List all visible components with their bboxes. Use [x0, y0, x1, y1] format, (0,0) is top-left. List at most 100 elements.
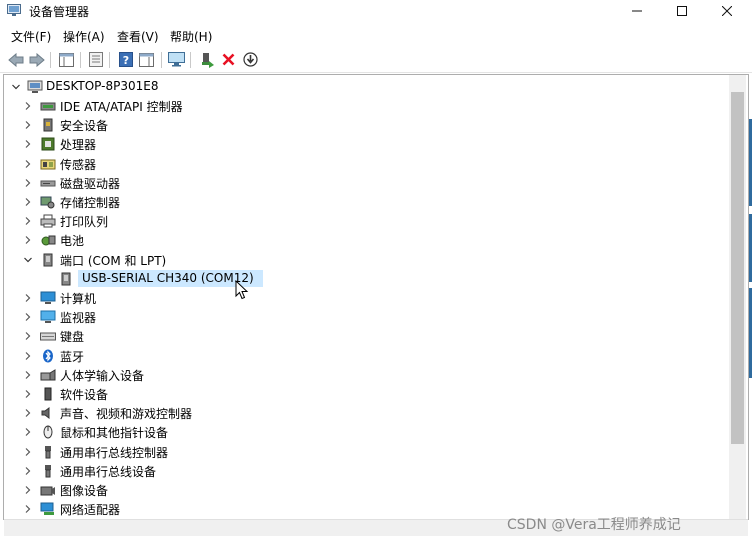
tree-category-row[interactable]: 图像设备: [4, 480, 724, 499]
chevron-right-icon[interactable]: [24, 313, 32, 322]
remove-x-icon: [222, 53, 235, 66]
port-icon: [43, 253, 53, 267]
chevron-right-icon[interactable]: [24, 159, 32, 168]
tree-category-row[interactable]: 监视器: [4, 307, 724, 326]
download-arrow-circle-icon: [243, 52, 258, 67]
chevron-right-icon[interactable]: [24, 447, 32, 456]
chevron-right-icon[interactable]: [24, 428, 32, 437]
tree-category-row[interactable]: 电池: [4, 230, 724, 249]
action-pane-icon: [139, 52, 154, 67]
chevron-right-icon[interactable]: [24, 217, 32, 226]
properties-button[interactable]: [86, 50, 105, 69]
tree-category-row[interactable]: 计算机: [4, 288, 724, 307]
computer-icon: [40, 291, 56, 304]
tree-category-row[interactable]: 键盘: [4, 326, 724, 345]
chevron-right-icon[interactable]: [24, 178, 32, 187]
tree-category-row[interactable]: 安全设备: [4, 115, 724, 134]
chevron-right-icon[interactable]: [24, 140, 32, 149]
action-pane-button[interactable]: [137, 50, 156, 69]
tree-category-row[interactable]: IDE ATA/ATAPI 控制器: [4, 96, 724, 115]
chevron-right-icon[interactable]: [24, 466, 32, 475]
tree-item-label: 鼠标和其他指针设备: [60, 426, 169, 441]
device-tree[interactable]: DESKTOP-8P301E8 IDE ATA/ATAPI 控制器 安全设备 处理器…: [3, 74, 749, 520]
mouse-icon: [43, 425, 53, 439]
bluetooth-icon: [43, 349, 53, 363]
chevron-right-icon[interactable]: [24, 236, 32, 245]
tree-category-row[interactable]: 软件设备: [4, 384, 724, 403]
hid-icon: [40, 368, 56, 381]
chevron-right-icon[interactable]: [24, 409, 32, 418]
svg-text:?: ?: [122, 54, 128, 67]
disk-drive-icon: [40, 180, 56, 187]
tree-category-row[interactable]: 存储控制器: [4, 192, 724, 211]
chevron-right-icon[interactable]: [24, 351, 32, 360]
chevron-down-icon[interactable]: [12, 83, 20, 91]
chevron-right-icon[interactable]: [24, 332, 32, 341]
tree-category-row[interactable]: 磁盘驱动器: [4, 173, 724, 192]
menu-bar: 文件(F) 操作(A) 查看(V) 帮助(H): [0, 24, 752, 46]
keyboard-icon: [40, 332, 56, 341]
menu-file[interactable]: 文件(F): [11, 28, 51, 45]
serial-port-icon: [61, 272, 71, 286]
sensor-icon: [40, 159, 56, 170]
chevron-down-icon[interactable]: [24, 256, 32, 264]
chevron-right-icon[interactable]: [24, 198, 32, 206]
help-button[interactable]: ?: [116, 50, 135, 69]
tree-item-label: 磁盘驱动器: [60, 176, 121, 191]
camera-icon: [40, 486, 55, 496]
tree-category-row[interactable]: 通用串行总线控制器: [4, 442, 724, 461]
tree-category-row[interactable]: 端口 (COM 和 LPT): [4, 250, 724, 269]
menu-action[interactable]: 操作(A): [63, 28, 105, 45]
tree-item-label: 安全设备: [60, 119, 109, 134]
tree-category-row[interactable]: 声音、视频和游戏控制器: [4, 403, 724, 422]
toolbar-separator: [109, 52, 110, 68]
chevron-right-icon[interactable]: [24, 102, 32, 110]
chevron-right-icon[interactable]: [24, 294, 32, 302]
tree-category-row[interactable]: 传感器: [4, 154, 724, 173]
chevron-right-icon[interactable]: [24, 486, 32, 494]
battery-icon: [41, 235, 56, 246]
tree-category-row[interactable]: 鼠标和其他指针设备: [4, 422, 724, 441]
update-driver-icon: [202, 52, 214, 68]
tree-root-label: DESKTOP-8P301E8: [46, 79, 159, 93]
tree-item-label: 传感器: [60, 157, 97, 172]
tree-device-row-selected[interactable]: USB-SERIAL CH340 (COM12): [4, 269, 724, 288]
show-hide-console-tree-button[interactable]: [57, 50, 76, 69]
chevron-right-icon[interactable]: [24, 370, 32, 379]
vertical-scrollbar-thumb[interactable]: [731, 92, 744, 444]
tree-category-row[interactable]: 蓝牙: [4, 346, 724, 365]
back-button[interactable]: [6, 50, 25, 69]
maximize-button[interactable]: [659, 0, 705, 22]
watermark: CSDN @Vera工程师养成记: [507, 517, 681, 533]
tree-item-label: IDE ATA/ATAPI 控制器: [60, 100, 183, 114]
tree-category-row[interactable]: 打印队列: [4, 211, 724, 230]
toolbar-separator: [50, 52, 51, 68]
ide-controller-icon: [40, 102, 56, 111]
tree-item-label: 计算机: [60, 292, 97, 306]
forward-button[interactable]: [27, 50, 46, 69]
chevron-right-icon[interactable]: [24, 505, 32, 514]
tree-category-row[interactable]: 人体学输入设备: [4, 365, 724, 384]
tree-item-label: 端口 (COM 和 LPT): [60, 253, 167, 268]
minimize-button[interactable]: [614, 0, 660, 22]
tree-root-row[interactable]: DESKTOP-8P301E8: [4, 77, 724, 96]
tree-item-label: 图像设备: [60, 484, 109, 498]
title-bar: 设备管理器: [0, 0, 752, 22]
chevron-right-icon[interactable]: [24, 390, 32, 398]
monitor-icon: [40, 310, 56, 324]
tree-item-label: 人体学输入设备: [60, 368, 145, 383]
close-button[interactable]: [704, 0, 750, 22]
update-driver-button[interactable]: [198, 50, 217, 69]
tree-category-row[interactable]: 处理器: [4, 134, 724, 153]
usb-icon: [45, 464, 51, 478]
uninstall-device-button[interactable]: [219, 50, 238, 69]
menu-help[interactable]: 帮助(H): [170, 28, 212, 45]
tree-category-row[interactable]: 通用串行总线设备: [4, 461, 724, 480]
scan-hardware-button[interactable]: [167, 50, 186, 69]
disable-device-button[interactable]: [241, 50, 260, 69]
monitor-scan-icon: [168, 52, 185, 67]
maximize-icon: [677, 6, 687, 16]
menu-view[interactable]: 查看(V): [117, 28, 159, 45]
close-icon: [722, 6, 732, 16]
chevron-right-icon[interactable]: [24, 121, 32, 130]
